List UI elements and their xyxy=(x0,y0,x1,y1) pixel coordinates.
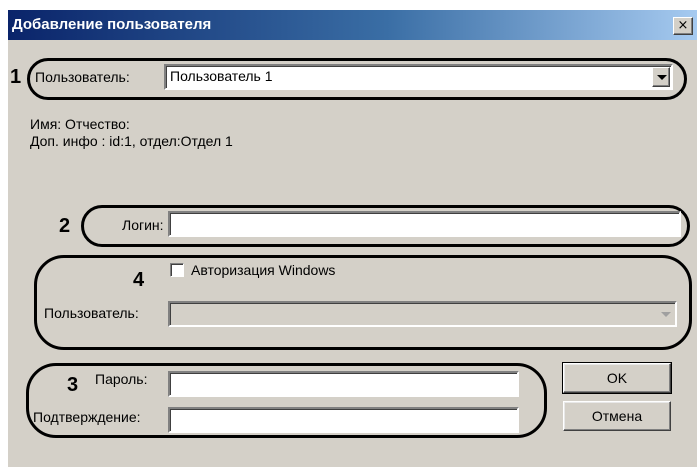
ok-button[interactable]: OK xyxy=(562,362,672,394)
password-label: Пароль: xyxy=(95,371,148,387)
marker-2: 2 xyxy=(59,215,71,237)
close-button[interactable]: × xyxy=(673,17,693,35)
windows-auth-checkbox[interactable] xyxy=(170,263,184,277)
chevron-down-icon xyxy=(657,75,667,80)
marker-1: 1 xyxy=(10,66,22,88)
windows-user-label: Пользователь: xyxy=(44,305,139,321)
close-icon: × xyxy=(677,18,689,33)
title-bar: Добавление пользователя × xyxy=(8,10,697,40)
user-label: Пользователь: xyxy=(35,69,130,85)
add-user-dialog: Добавление пользователя × 1 Пользователь… xyxy=(8,10,697,467)
login-label: Логин: xyxy=(122,217,164,233)
window-title: Добавление пользователя xyxy=(12,16,212,33)
cancel-button[interactable]: Отмена xyxy=(563,401,671,431)
confirm-label: Подтверждение: xyxy=(33,409,141,425)
login-input[interactable] xyxy=(168,211,681,237)
user-select-dropdown-button[interactable] xyxy=(652,67,670,87)
user-info-name: Имя: Отчество: xyxy=(30,116,130,132)
confirm-password-input[interactable] xyxy=(168,407,519,433)
windows-auth-label: Авторизация Windows xyxy=(191,262,336,278)
windows-user-select[interactable] xyxy=(168,301,677,327)
user-select[interactable]: Пользователь 1 xyxy=(164,64,673,90)
user-info-extra: Доп. инфо : id:1, отдел:Отдел 1 xyxy=(30,133,233,149)
windows-user-dropdown-button[interactable] xyxy=(656,304,674,324)
chevron-down-icon xyxy=(661,312,671,317)
password-input[interactable] xyxy=(168,371,519,397)
user-select-value: Пользователь 1 xyxy=(170,68,273,84)
